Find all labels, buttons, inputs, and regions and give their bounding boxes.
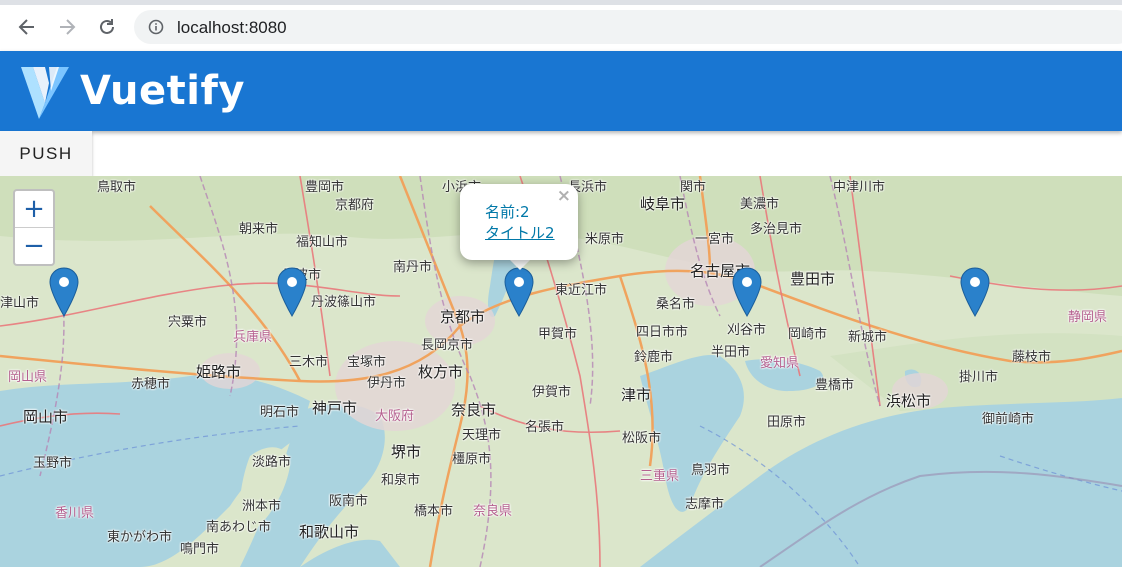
place-label: 堺市	[391, 443, 422, 461]
place-label: 藤枝市	[1012, 350, 1052, 365]
tab-strip-edge	[0, 0, 1122, 5]
app-bar: Vuetify	[0, 51, 1122, 131]
place-label: 浜松市	[886, 392, 932, 410]
place-label: 中津川市	[833, 180, 886, 195]
place-label: 鳥羽市	[691, 463, 731, 478]
zoom-control: + −	[13, 189, 55, 266]
place-label: 桑名市	[656, 297, 696, 312]
map-marker-icon[interactable]	[732, 267, 762, 317]
place-label: 御前崎市	[982, 412, 1035, 427]
place-label: 香川県	[55, 506, 95, 521]
map-marker-icon[interactable]	[277, 267, 307, 317]
place-label: 豊橋市	[815, 378, 855, 393]
place-label: 半田市	[711, 345, 751, 360]
place-label: 三木市	[289, 355, 329, 370]
place-label: 東かがわ市	[107, 530, 173, 545]
place-label: 宍粟市	[168, 315, 208, 330]
place-label: 南丹市	[393, 260, 433, 275]
place-label: 岐阜市	[640, 195, 686, 213]
url-text: localhost:8080	[177, 18, 287, 37]
place-label: 朝来市	[239, 222, 279, 237]
place-label: 刈谷市	[727, 323, 767, 338]
place-label: 明石市	[260, 405, 300, 420]
place-label: 大阪府	[375, 409, 415, 424]
place-label: 鳴門市	[180, 542, 220, 557]
place-label: 田原市	[767, 415, 807, 430]
place-label: 和歌山市	[299, 523, 360, 541]
place-label: 鈴鹿市	[634, 350, 674, 365]
place-label: 東近江市	[555, 283, 608, 298]
zoom-out-button[interactable]: −	[15, 227, 53, 264]
place-label: 奈良市	[451, 401, 497, 419]
place-label: 姫路市	[196, 363, 242, 381]
app-title: Vuetify	[80, 68, 245, 114]
popup-title-link[interactable]: タイトル2	[485, 222, 555, 243]
place-label: 橋本市	[414, 504, 454, 519]
place-label: 多治見市	[750, 222, 803, 237]
place-label: 米原市	[585, 232, 625, 247]
place-label: 阪南市	[329, 494, 369, 509]
vuetify-logo-icon	[19, 61, 71, 126]
place-label: 津市	[621, 386, 652, 404]
place-label: 京都市	[440, 308, 486, 326]
place-label: 奈良県	[473, 504, 513, 519]
place-label: 名張市	[525, 420, 565, 435]
place-label: 宝塚市	[347, 355, 387, 370]
place-label: 南あわじ市	[206, 520, 272, 535]
place-label: 掛川市	[959, 370, 999, 385]
reload-icon[interactable]	[94, 14, 120, 40]
map-view[interactable]: 鳥取市 豊岡市 京都府 小浜市 長浜市 関市 中津川市 岐阜市 美濃市 多治見市…	[0, 176, 1122, 567]
place-label: 志摩市	[685, 497, 725, 512]
place-label: 津山市	[0, 296, 40, 311]
place-label: 岡山市	[23, 408, 69, 426]
place-label: 福知山市	[296, 235, 349, 250]
place-label: 兵庫県	[233, 330, 273, 345]
place-label: 京都府	[335, 198, 375, 213]
place-label: 豊田市	[790, 270, 836, 288]
popup-name: 名前:2	[485, 203, 530, 221]
place-label: 三重県	[640, 469, 680, 484]
back-icon[interactable]	[14, 14, 40, 40]
place-label: 枚方市	[418, 363, 464, 381]
place-label: 橿原市	[452, 452, 492, 467]
browser-chrome: localhost:8080	[0, 0, 1122, 51]
place-label: 愛知県	[760, 356, 800, 371]
forward-icon[interactable]	[54, 14, 80, 40]
place-label: 美濃市	[740, 197, 780, 212]
map-marker-icon[interactable]	[504, 267, 534, 317]
place-label: 新城市	[848, 330, 888, 345]
place-label: 赤穂市	[131, 377, 171, 392]
place-label: 長岡京市	[421, 338, 474, 353]
address-bar[interactable]: localhost:8080	[134, 10, 1122, 44]
place-label: 和泉市	[381, 473, 421, 488]
place-label: 岡山県	[8, 370, 48, 385]
place-label: 神戸市	[312, 399, 358, 417]
close-icon[interactable]: ×	[557, 186, 571, 206]
place-label: 四日市市	[636, 325, 689, 340]
place-label: 岡崎市	[788, 327, 828, 342]
place-label: 天理市	[462, 428, 502, 443]
place-label: 伊丹市	[367, 376, 407, 391]
zoom-in-button[interactable]: +	[15, 191, 53, 227]
place-label: 甲賀市	[538, 327, 578, 342]
place-label: 伊賀市	[532, 385, 572, 400]
push-button[interactable]: PUSH	[0, 131, 92, 176]
info-icon[interactable]	[148, 19, 164, 40]
place-label: 豊岡市	[305, 180, 345, 195]
place-label: 淡路市	[252, 455, 292, 470]
place-label: 丹波篠山市	[311, 295, 377, 310]
place-label: 鳥取市	[97, 180, 137, 195]
place-label: 静岡県	[1068, 310, 1108, 325]
map-marker-icon[interactable]	[49, 267, 79, 317]
place-label: 松阪市	[622, 431, 662, 446]
place-label: 一宮市	[695, 232, 735, 247]
place-label: 玉野市	[33, 456, 73, 471]
place-label: 洲本市	[242, 499, 282, 514]
map-marker-icon[interactable]	[960, 267, 990, 317]
marker-popup: × 名前:2 タイトル2	[460, 184, 578, 260]
